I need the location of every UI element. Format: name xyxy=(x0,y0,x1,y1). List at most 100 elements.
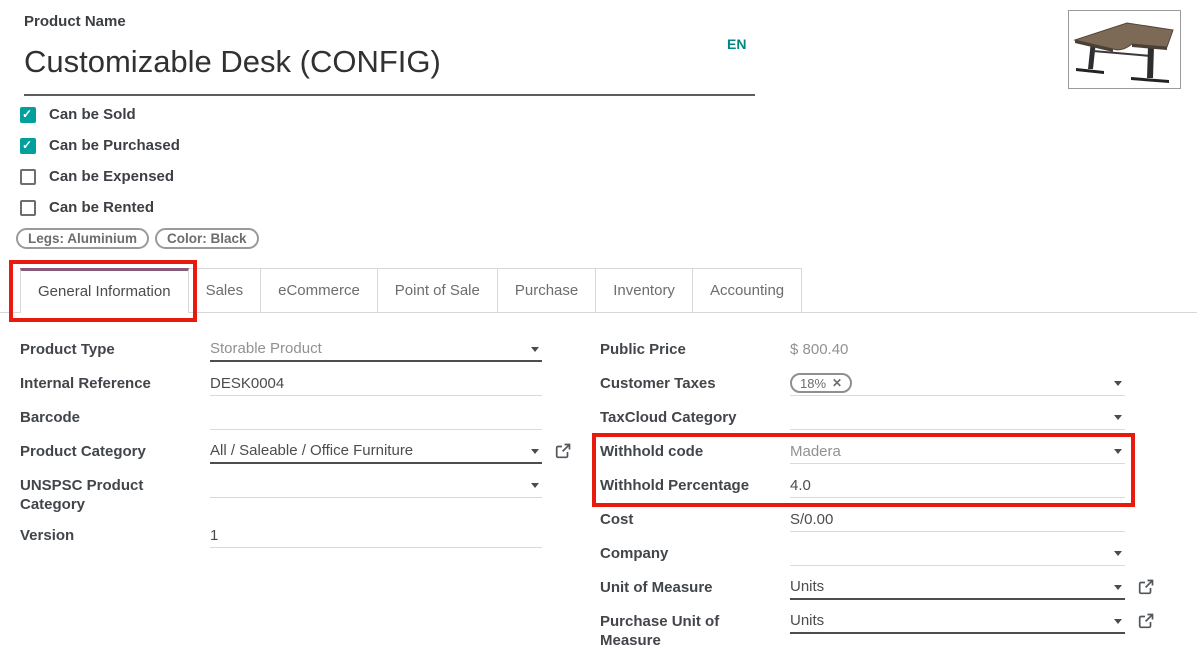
field-input-barcode[interactable] xyxy=(210,405,542,430)
field-input-customer-taxes[interactable]: 18%✕ xyxy=(790,371,1125,396)
tab-inventory[interactable]: Inventory xyxy=(596,268,693,312)
field-input-product-type[interactable]: Storable Product xyxy=(210,337,542,362)
dropdown-caret-icon[interactable] xyxy=(1114,619,1122,624)
field-label-version: Version xyxy=(20,523,210,545)
field-label-unit-of-measure: Unit of Measure xyxy=(600,575,790,597)
field-input-internal-reference[interactable]: DESK0004 xyxy=(210,371,542,396)
field-input-taxcloud-category[interactable] xyxy=(790,405,1125,430)
field-row-product-category: Product CategoryAll / Saleable / Office … xyxy=(20,439,595,464)
checkmark-icon: ✓ xyxy=(22,137,32,154)
field-row-cost: CostS/0.00 xyxy=(600,507,1197,532)
field-input-unit-of-measure[interactable]: Units xyxy=(790,575,1125,600)
field-input-product-category[interactable]: All / Saleable / Office Furniture xyxy=(210,439,542,464)
field-input-unspsc-product-category[interactable] xyxy=(210,473,542,498)
field-row-customer-taxes: Customer Taxes18%✕ xyxy=(600,371,1197,396)
product-name-field-label: Product Name xyxy=(24,13,126,30)
tab-sales[interactable]: Sales xyxy=(189,268,262,312)
variant-tag-color-black[interactable]: Color: Black xyxy=(155,228,259,249)
tab-purchase[interactable]: Purchase xyxy=(498,268,596,312)
field-label-withhold-code: Withhold code xyxy=(600,439,790,461)
external-link-icon[interactable] xyxy=(1138,579,1154,595)
field-input-cost[interactable]: S/0.00 xyxy=(790,507,1125,532)
field-row-withhold-code: Withhold codeMadera xyxy=(600,439,1197,464)
field-input-company[interactable] xyxy=(790,541,1125,566)
field-value-version: 1 xyxy=(210,527,218,544)
field-input-withhold-code[interactable]: Madera xyxy=(790,439,1125,464)
field-row-company: Company xyxy=(600,541,1197,566)
product-name-input[interactable]: Customizable Desk (CONFIG) xyxy=(24,42,755,82)
checkbox-row-can-be-expensed: Can be Expensed xyxy=(20,168,180,185)
field-row-withhold-percentage: Withhold Percentage4.0 xyxy=(600,473,1197,498)
desk-illustration xyxy=(1069,11,1180,88)
checkbox-can-be-purchased[interactable]: ✓ xyxy=(20,138,36,154)
field-label-barcode: Barcode xyxy=(20,405,210,427)
dropdown-caret-icon[interactable] xyxy=(531,449,539,454)
dropdown-caret-icon[interactable] xyxy=(1114,449,1122,454)
field-label-product-type: Product Type xyxy=(20,337,210,359)
tab-general-information[interactable]: General Information xyxy=(20,268,189,312)
field-value-internal-reference: DESK0004 xyxy=(210,375,284,392)
fields-left-column: Product TypeStorable ProductInternal Ref… xyxy=(20,337,595,557)
variant-tag-legs-aluminium[interactable]: Legs: Aluminium xyxy=(16,228,149,249)
odoo-product-form: { "header": { "field_label": "Product Na… xyxy=(0,0,1197,666)
field-value-withhold-percentage: 4.0 xyxy=(790,477,811,494)
product-flags: ✓ Can be Sold ✓ Can be Purchased Can be Expe… xyxy=(20,106,180,230)
field-value-public-price: $ 800.40 xyxy=(790,341,848,358)
field-row-product-type: Product TypeStorable Product xyxy=(20,337,595,362)
field-row-version: Version1 xyxy=(20,523,595,548)
checkbox-can-be-sold[interactable]: ✓ xyxy=(20,107,36,123)
notebook-tabbar: General InformationSaleseCommercePoint o… xyxy=(0,268,1197,313)
field-input-public-price[interactable]: $ 800.40 xyxy=(790,337,1125,362)
field-label-cost: Cost xyxy=(600,507,790,529)
checkbox-can-be-rented[interactable] xyxy=(20,200,36,216)
dropdown-caret-icon[interactable] xyxy=(1114,381,1122,386)
field-label-customer-taxes: Customer Taxes xyxy=(600,371,790,393)
checkmark-icon: ✓ xyxy=(22,106,32,123)
field-row-public-price: Public Price$ 800.40 xyxy=(600,337,1197,362)
field-value-cost: S/0.00 xyxy=(790,511,833,528)
remove-tag-icon[interactable]: ✕ xyxy=(832,376,842,390)
product-image[interactable] xyxy=(1068,10,1181,89)
tab-ecommerce[interactable]: eCommerce xyxy=(261,268,378,312)
dropdown-caret-icon[interactable] xyxy=(531,483,539,488)
field-label-unspsc-product-category: UNSPSC Product Category xyxy=(20,473,210,514)
product-name-input-wrap: Customizable Desk (CONFIG) xyxy=(24,42,755,96)
checkbox-row-can-be-purchased: ✓ Can be Purchased xyxy=(20,137,180,154)
field-input-purchase-unit-of-measure[interactable]: Units xyxy=(790,609,1125,634)
field-row-unit-of-measure: Unit of MeasureUnits xyxy=(600,575,1197,600)
field-value-unit-of-measure: Units xyxy=(790,578,824,595)
field-input-version[interactable]: 1 xyxy=(210,523,542,548)
fields-right-column: Public Price$ 800.40Customer Taxes18%✕Ta… xyxy=(600,337,1197,659)
checkbox-can-be-expensed[interactable] xyxy=(20,169,36,185)
checkbox-label: Can be Sold xyxy=(49,106,136,123)
field-label-internal-reference: Internal Reference xyxy=(20,371,210,393)
field-label-product-category: Product Category xyxy=(20,439,210,461)
field-value-product-category: All / Saleable / Office Furniture xyxy=(210,442,413,459)
external-link-icon[interactable] xyxy=(555,443,571,459)
dropdown-caret-icon[interactable] xyxy=(1114,415,1122,420)
field-label-taxcloud-category: TaxCloud Category xyxy=(600,405,790,427)
dropdown-caret-icon[interactable] xyxy=(1114,585,1122,590)
checkbox-label: Can be Expensed xyxy=(49,168,174,185)
language-badge[interactable]: EN xyxy=(727,36,746,52)
field-row-internal-reference: Internal ReferenceDESK0004 xyxy=(20,371,595,396)
tab-point-of-sale[interactable]: Point of Sale xyxy=(378,268,498,312)
external-link-icon[interactable] xyxy=(1138,613,1154,629)
tax-tag-18: 18%✕ xyxy=(790,373,852,393)
checkbox-row-can-be-rented: Can be Rented xyxy=(20,199,180,216)
field-label-withhold-percentage: Withhold Percentage xyxy=(600,473,790,495)
field-row-purchase-unit-of-measure: Purchase Unit of MeasureUnits xyxy=(600,609,1197,650)
dropdown-caret-icon[interactable] xyxy=(1114,551,1122,556)
checkbox-row-can-be-sold: ✓ Can be Sold xyxy=(20,106,180,123)
field-label-company: Company xyxy=(600,541,790,563)
field-label-purchase-unit-of-measure: Purchase Unit of Measure xyxy=(600,609,790,650)
field-input-withhold-percentage[interactable]: 4.0 xyxy=(790,473,1125,498)
field-value-product-type: Storable Product xyxy=(210,340,322,357)
tab-accounting[interactable]: Accounting xyxy=(693,268,802,312)
field-value-withhold-code: Madera xyxy=(790,443,841,460)
checkbox-label: Can be Purchased xyxy=(49,137,180,154)
dropdown-caret-icon[interactable] xyxy=(531,347,539,352)
field-value-purchase-unit-of-measure: Units xyxy=(790,612,824,629)
field-row-barcode: Barcode xyxy=(20,405,595,430)
field-row-taxcloud-category: TaxCloud Category xyxy=(600,405,1197,430)
